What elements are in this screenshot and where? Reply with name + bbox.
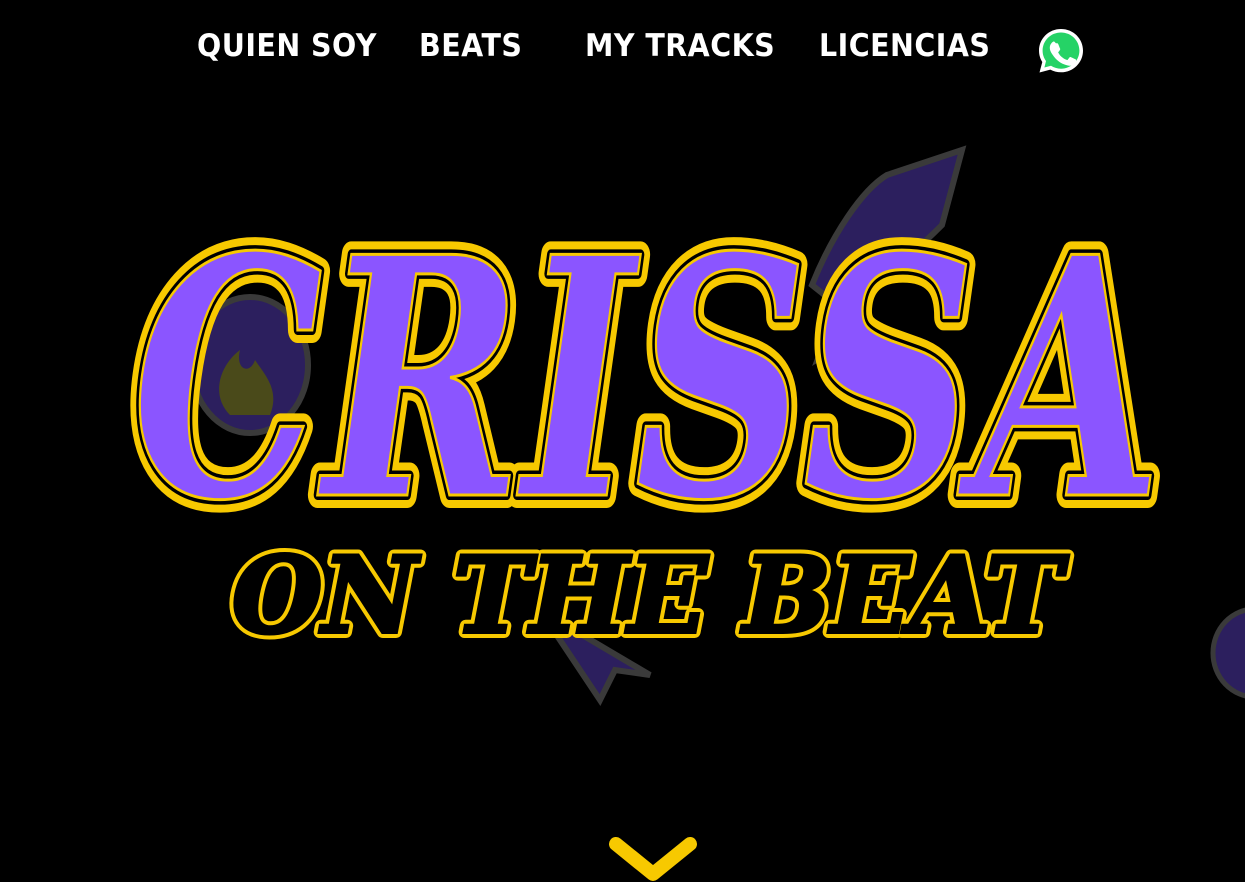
logo-title: CRISSA	[132, 185, 1162, 573]
disc-sticker-icon	[1210, 605, 1245, 700]
hero-subtitle: ON THE BEAT ON THE BEAT	[222, 527, 1075, 663]
hero-logo: CRISSA CRISSA CRISSA	[110, 172, 1185, 586]
nav-item-beats[interactable]: BEATS	[419, 28, 522, 64]
top-nav: QUIEN SOY BEATS MY TRACKS LICENCIAS	[0, 0, 1245, 100]
logo-subtitle: ON THE BEAT	[232, 533, 1069, 657]
chevron-down-icon[interactable]	[608, 836, 698, 882]
whatsapp-icon[interactable]	[1036, 26, 1086, 76]
nav-item-my-tracks[interactable]: MY TRACKS	[585, 28, 775, 64]
nav-item-licencias[interactable]: LICENCIAS	[819, 28, 990, 64]
nav-item-quien-soy[interactable]: QUIEN SOY	[197, 28, 377, 64]
page: QUIEN SOY BEATS MY TRACKS LICENCIAS CRIS…	[0, 0, 1245, 882]
